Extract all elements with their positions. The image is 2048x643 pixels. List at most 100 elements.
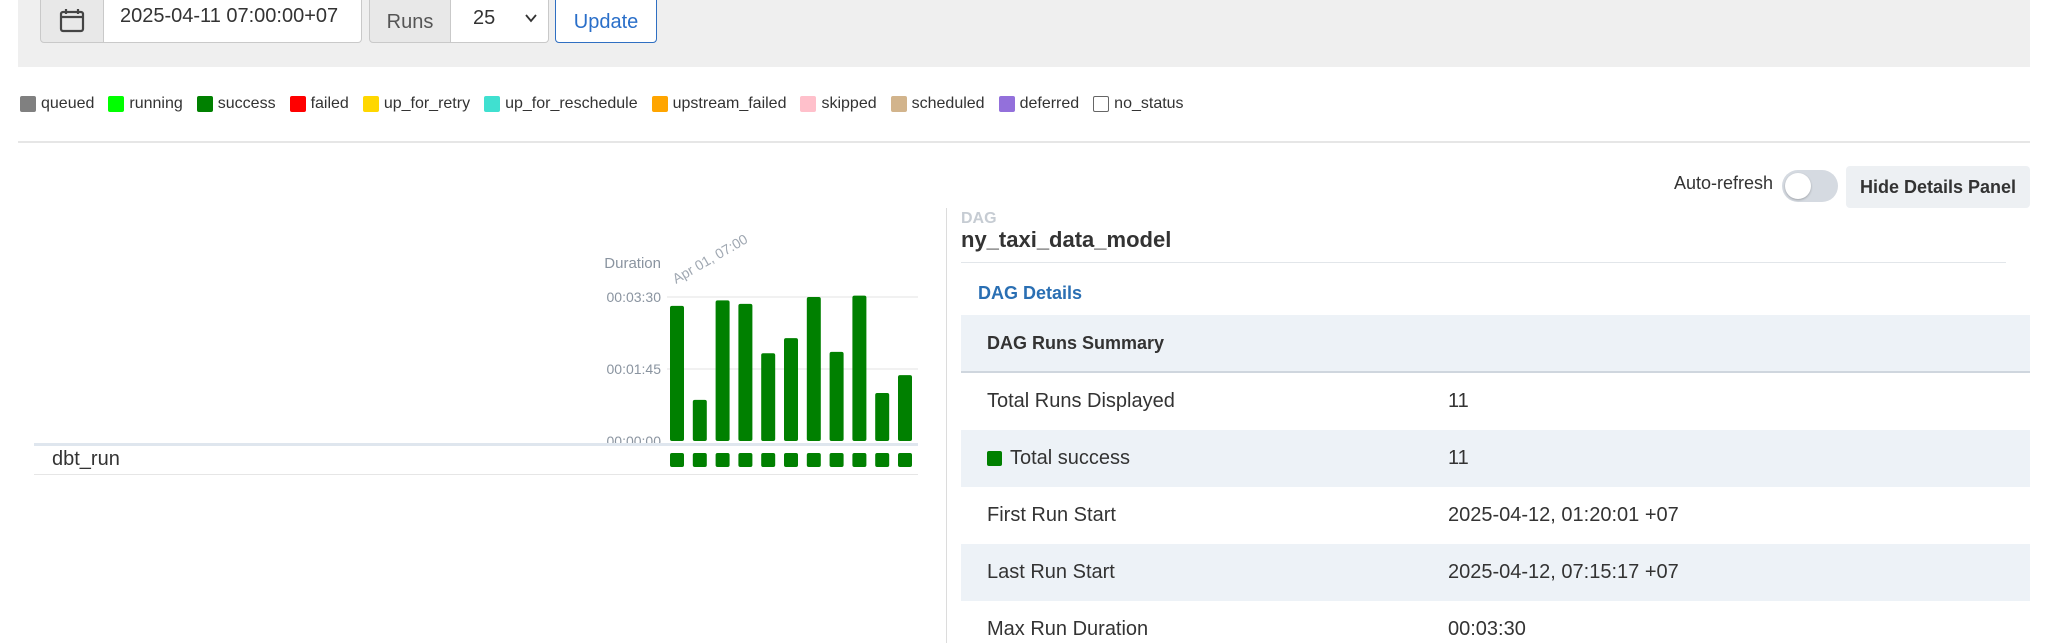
legend-label: up_for_retry (383, 95, 471, 112)
task-instance-square (875, 453, 890, 467)
task-instance-square (852, 453, 867, 467)
divider (18, 141, 2030, 143)
legend-swatch (800, 96, 817, 112)
summary-key: Total Runs Displayed (987, 390, 1175, 412)
duration-bar (670, 305, 684, 441)
summary-row: Total success 11 (961, 430, 2030, 487)
legend-item-skipped[interactable]: skipped (800, 95, 877, 113)
legend-label: no_status (1114, 95, 1184, 112)
task-instance-square (806, 453, 821, 467)
legend-label: success (217, 95, 276, 112)
duration-bar (692, 399, 707, 441)
runs-label: Runs (369, 0, 451, 43)
legend-item-failed[interactable]: failed (289, 95, 349, 113)
duration-bar (852, 295, 867, 441)
legend-label: running (129, 95, 183, 112)
summary-title: DAG Runs Summary (961, 315, 2030, 371)
legend-label: skipped (821, 95, 877, 112)
task-instance-square (715, 453, 730, 467)
task-instance-square (784, 453, 798, 467)
divider (961, 262, 2006, 263)
calendar-button[interactable] (40, 0, 104, 43)
success-status-icon (987, 451, 1002, 466)
legend-swatch (289, 96, 306, 112)
legend-label: up_for_reschedule (505, 95, 638, 112)
legend-item-up-for-reschedule[interactable]: up_for_reschedule (484, 95, 638, 113)
legend-label: upstream_failed (672, 95, 787, 112)
task-instance-square (738, 453, 753, 467)
first-run-label: Apr 01, 07:00 (670, 231, 751, 287)
legend-item-deferred[interactable]: deferred (998, 95, 1080, 113)
legend-label: deferred (1019, 95, 1080, 112)
summary-key: Last Run Start (987, 561, 1115, 583)
task-row-border (34, 474, 918, 475)
legend-item-up-for-retry[interactable]: up_for_retry (362, 95, 471, 113)
dag-details-link[interactable]: DAG Details (978, 283, 1082, 304)
legend-item-upstream-failed[interactable]: upstream_failed (651, 95, 787, 113)
summary-row: Max Run Duration 00:03:30 (961, 601, 2030, 643)
state-legend: queued running success failed up_for_retry up… (20, 93, 1198, 115)
legend-swatch (20, 96, 36, 112)
duration-chart: 00:00:00 00:01:45 00:03:30 Duration Apr 01, … (604, 231, 918, 467)
summary-row: First Run Start 2025-04-12, 01:20:01 +07 (961, 487, 2030, 544)
toggle-knob (1785, 173, 1811, 199)
summary-row: Total Runs Displayed 11 (961, 373, 2030, 430)
runs-select[interactable]: 25 (451, 0, 549, 43)
y-tick-label: 00:03:30 (607, 289, 662, 305)
legend-swatch (998, 96, 1015, 112)
summary-value: 11 (1448, 447, 1469, 469)
legend-swatch (651, 96, 668, 112)
duration-bar (829, 351, 844, 441)
auto-refresh-label: Auto-refresh (1674, 173, 1774, 193)
hide-details-panel-button[interactable]: Hide Details Panel (1846, 166, 2030, 208)
dag-runs-summary-table: DAG Runs Summary Total Runs Displayed 11… (961, 315, 2030, 643)
legend-item-scheduled[interactable]: scheduled (890, 95, 985, 113)
duration-bar (761, 353, 776, 441)
legend-item-running[interactable]: running (108, 95, 183, 113)
update-button[interactable]: Update (555, 0, 657, 43)
summary-key: Max Run Duration (987, 618, 1149, 640)
legend-item-success[interactable]: success (196, 95, 276, 113)
summary-row: Last Run Start 2025-04-12, 07:15:17 +07 (961, 544, 2030, 601)
summary-value: 11 (1448, 390, 1469, 412)
duration-bar (898, 375, 912, 441)
duration-bar (784, 338, 798, 441)
summary-key-label: Total success (1010, 447, 1131, 469)
grid-area: 00:00:00 00:01:45 00:03:30 Duration Apr 01, … (0, 200, 940, 643)
y-tick-label: 00:00:00 (607, 433, 662, 449)
auto-refresh-toggle[interactable] (1782, 170, 1838, 202)
duration-bar (875, 393, 890, 441)
legend-swatch (484, 96, 501, 112)
legend-swatch (362, 96, 379, 112)
summary-value: 2025-04-12, 07:15:17 +07 (1448, 561, 1679, 583)
panel-divider (946, 208, 947, 643)
summary-key: Total success (961, 447, 1448, 470)
task-instance-square (692, 453, 707, 467)
dag-kicker: DAG (961, 210, 997, 227)
task-instance-square (761, 453, 776, 467)
legend-label: queued (41, 95, 95, 112)
runs-select-value: 25 (473, 7, 496, 29)
task-row-separator (34, 443, 918, 446)
chevron-down-icon (525, 14, 537, 23)
summary-value: 00:03:30 (1448, 618, 1526, 640)
legend-swatch (196, 96, 213, 112)
base-date-input[interactable]: 2025-04-11 07:00:00+07 (104, 0, 362, 43)
y-tick-label: 00:01:45 (607, 361, 662, 377)
summary-value: 2025-04-12, 01:20:01 +07 (1448, 504, 1679, 526)
duration-bar (715, 300, 730, 441)
legend-item-no-status[interactable]: no_status (1093, 95, 1184, 113)
legend-label: scheduled (911, 95, 985, 112)
task-instance-square (670, 453, 684, 467)
task-instance-square (829, 453, 844, 467)
legend-swatch (108, 96, 125, 112)
legend-item-queued[interactable]: queued (20, 95, 94, 113)
duration-bar (738, 303, 753, 441)
calendar-icon (59, 8, 85, 32)
legend-label: failed (310, 95, 349, 112)
task-name[interactable]: dbt_run (52, 448, 120, 471)
legend-swatch (1093, 96, 1110, 112)
dag-id: ny_taxi_data_model (961, 227, 1172, 252)
y-axis-label: Duration (604, 255, 661, 272)
task-instance-square (898, 453, 912, 467)
